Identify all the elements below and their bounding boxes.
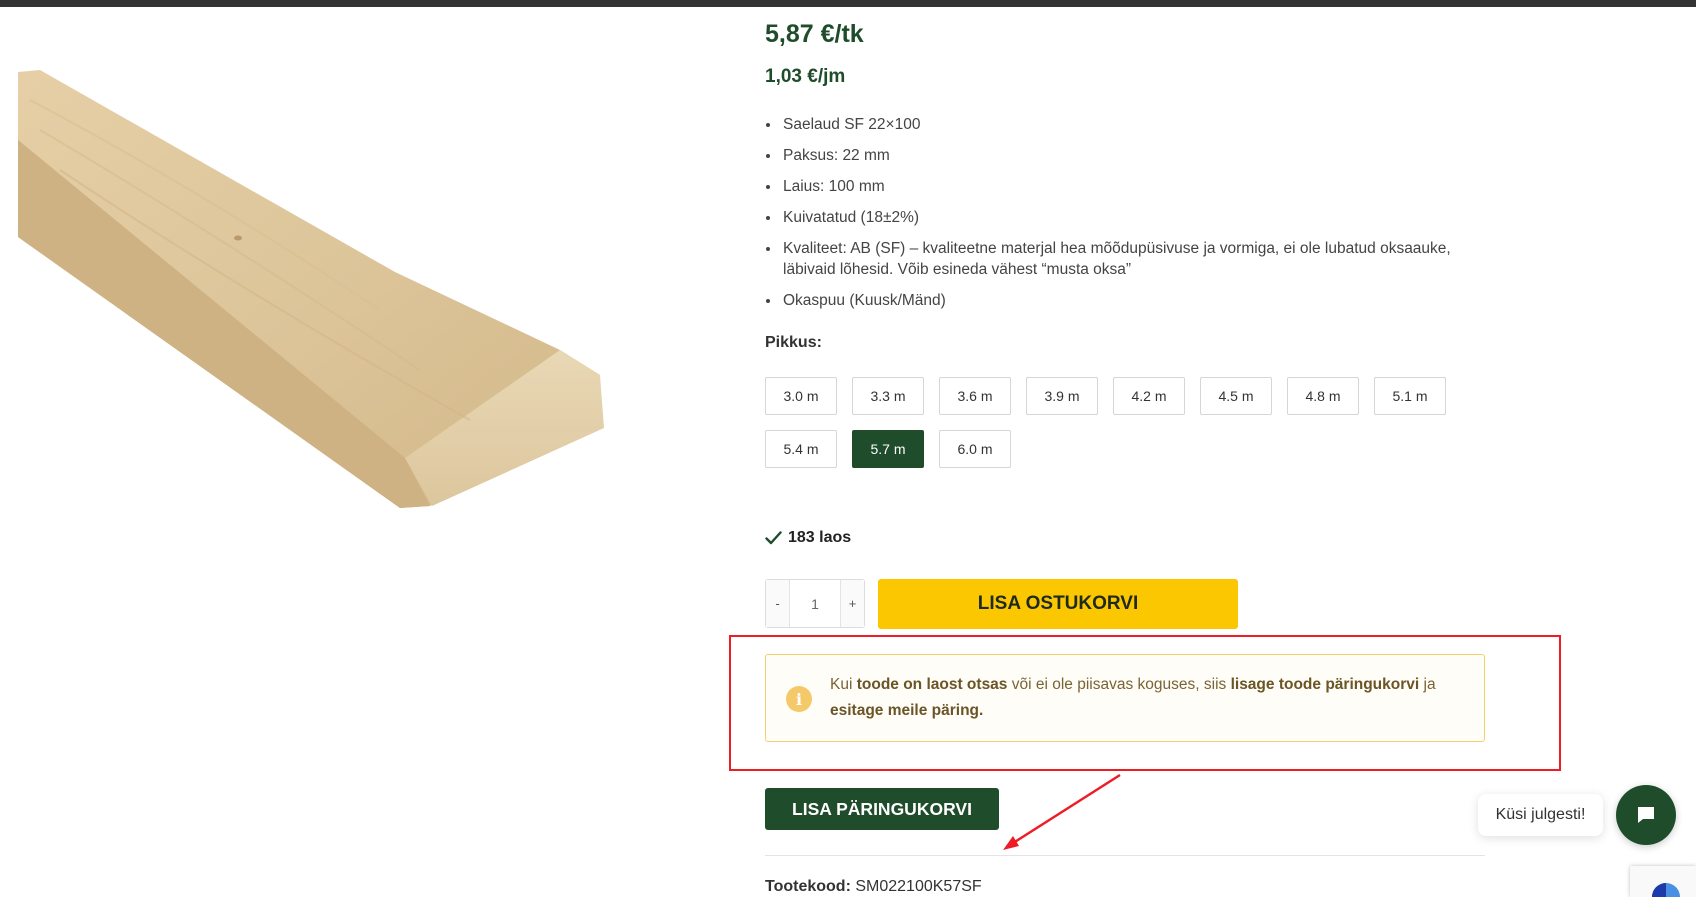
feature-item: Laius: 100 mm — [781, 176, 1501, 197]
quantity-stepper: - + — [765, 579, 865, 628]
sku-value: SM022100K57SF — [855, 878, 982, 895]
qty-decrease-button[interactable]: - — [766, 580, 789, 627]
feature-item: Kuivatatud (18±2%) — [781, 207, 1501, 228]
length-option[interactable]: 3.9 m — [1026, 377, 1098, 415]
price-per-piece: 5,87 €/tk — [765, 20, 864, 48]
recaptcha-icon — [1652, 883, 1680, 897]
length-option[interactable]: 5.4 m — [765, 430, 837, 468]
stock-status: 183 laos — [765, 529, 851, 547]
wooden-plank-image — [18, 70, 604, 508]
length-option[interactable]: 4.2 m — [1113, 377, 1185, 415]
chat-icon — [1638, 807, 1654, 823]
length-option[interactable]: 5.1 m — [1374, 377, 1446, 415]
length-option[interactable]: 4.5 m — [1200, 377, 1272, 415]
feature-item: Paksus: 22 mm — [781, 145, 1501, 166]
feature-item: Kvaliteet: AB (SF) – kvaliteetne materja… — [781, 238, 1501, 280]
chat-prompt-bubble[interactable]: Küsi julgesti! — [1478, 794, 1603, 836]
feature-item: Saelaud SF 22×100 — [781, 114, 1501, 135]
length-option[interactable]: 5.7 m — [852, 430, 924, 468]
quantity-input[interactable] — [789, 580, 841, 627]
length-option[interactable]: 3.3 m — [852, 377, 924, 415]
chat-button[interactable] — [1616, 785, 1676, 845]
checkmark-icon — [765, 531, 782, 545]
add-to-cart-button[interactable]: LISA OSTUKORVI — [878, 579, 1238, 629]
length-option[interactable]: 4.8 m — [1287, 377, 1359, 415]
annotation-highlight-box — [729, 635, 1561, 771]
feature-item: Okaspuu (Kuusk/Mänd) — [781, 290, 1501, 311]
length-option[interactable]: 3.0 m — [765, 377, 837, 415]
add-to-inquiry-button[interactable]: LISA PÄRINGUKORVI — [765, 788, 999, 830]
length-option[interactable]: 6.0 m — [939, 430, 1011, 468]
product-image[interactable] — [0, 30, 680, 550]
length-label: Pikkus: — [765, 334, 822, 351]
qty-increase-button[interactable]: + — [841, 580, 864, 627]
divider — [765, 855, 1485, 856]
sku: Tootekood: SM022100K57SF — [765, 878, 982, 896]
recaptcha-badge[interactable] — [1630, 866, 1696, 897]
price-per-meter: 1,03 €/jm — [765, 66, 846, 87]
feature-list: Saelaud SF 22×100 Paksus: 22 mm Laius: 1… — [765, 114, 1501, 321]
top-bar — [0, 0, 1696, 7]
length-option[interactable]: 3.6 m — [939, 377, 1011, 415]
sku-label: Tootekood: — [765, 878, 851, 895]
stock-text: 183 laos — [788, 529, 852, 546]
